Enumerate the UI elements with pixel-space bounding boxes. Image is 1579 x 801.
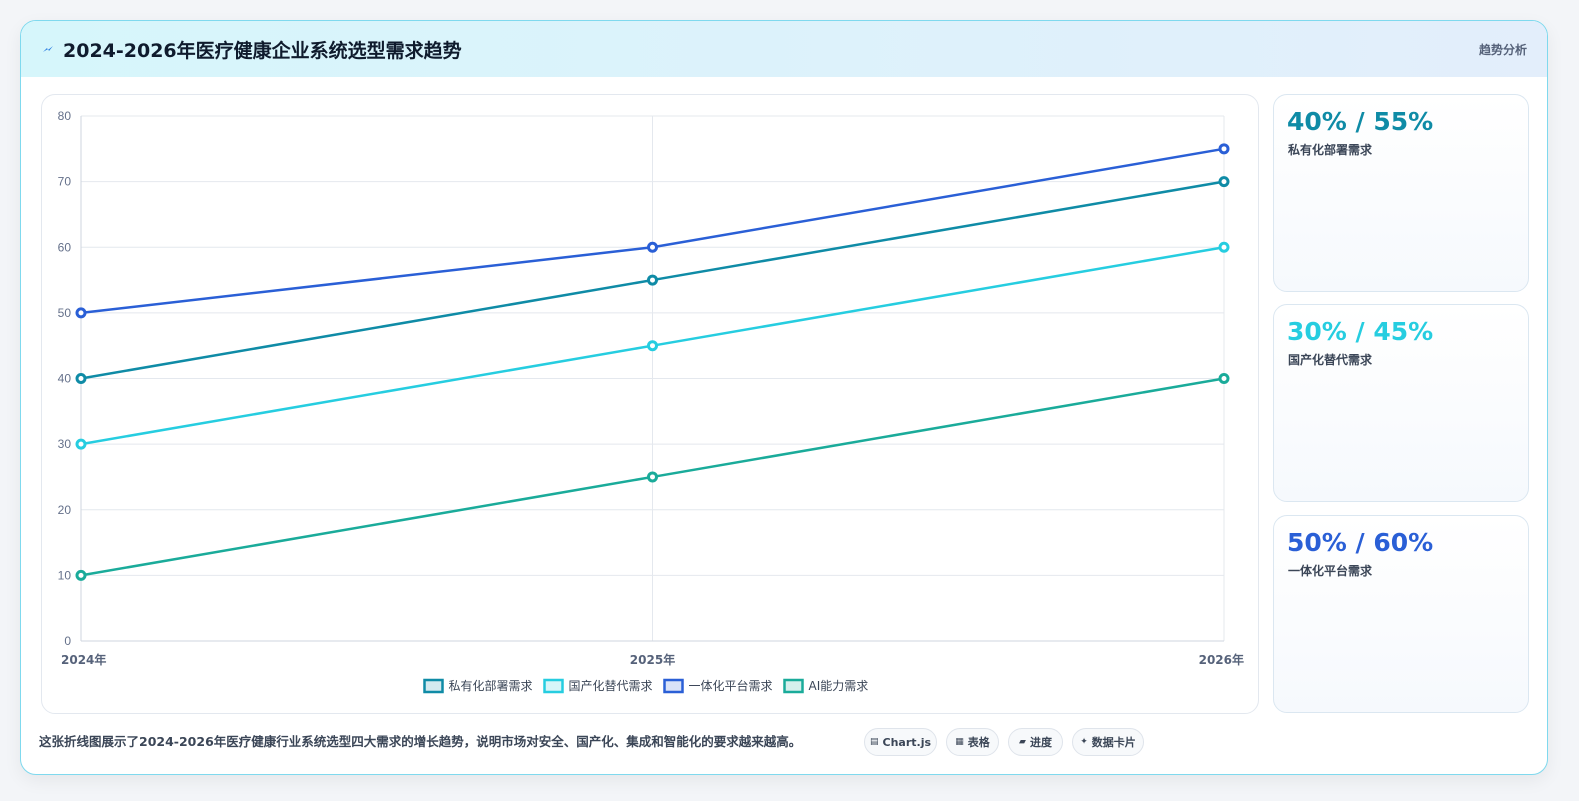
stat-label: 国产化替代需求 bbox=[1288, 353, 1373, 367]
tag-data-card[interactable]: ✦ 数据卡片 bbox=[1072, 728, 1144, 756]
tag-label: Chart.js bbox=[882, 735, 932, 749]
legend-swatch bbox=[663, 678, 684, 694]
stat-value: 50% / 60% bbox=[1287, 528, 1434, 557]
data-point bbox=[647, 241, 658, 253]
x-tick-label: 2024年 bbox=[61, 652, 106, 667]
data-point bbox=[647, 340, 658, 352]
tag-label: 表格 bbox=[967, 736, 990, 749]
stat-card-integrated-platform: 50% / 60% 一体化平台需求 bbox=[1273, 515, 1529, 713]
data-point bbox=[647, 274, 658, 286]
stat-card-private-deploy: 40% / 55% 私有化部署需求 bbox=[1273, 94, 1529, 292]
y-tick-label: 50 bbox=[58, 306, 72, 320]
data-point bbox=[75, 569, 87, 581]
chart-icon: ▤ bbox=[869, 737, 879, 747]
y-tick-label: 0 bbox=[64, 634, 71, 648]
stat-card-domestic-replace: 30% / 45% 国产化替代需求 bbox=[1273, 304, 1529, 502]
tag-progress[interactable]: ▰ 进度 bbox=[1008, 728, 1063, 756]
legend-label: 一体化平台需求 bbox=[689, 678, 773, 693]
chart-description: 这张折线图展示了2024-2026年医疗健康行业系统选型四大需求的增长趋势，说明… bbox=[39, 734, 802, 749]
data-point bbox=[1218, 143, 1230, 155]
data-point bbox=[647, 471, 658, 483]
chart-panel: 0 10 20 30 40 50 60 70 80 2024年 2025年 2026年私有化部署需求 国… bbox=[41, 94, 1259, 714]
page-title: 2024-2026年医疗健康企业系统选型需求趋势 bbox=[63, 39, 462, 62]
legend-label: 私有化部署需求 bbox=[449, 678, 533, 693]
line-chart: 0 10 20 30 40 50 60 70 80 2024年 2025年 2026年私有化部署需求 国… bbox=[58, 109, 1244, 694]
data-point bbox=[75, 438, 87, 450]
data-point bbox=[1218, 373, 1230, 384]
tag-table[interactable]: ▦ 表格 bbox=[946, 728, 999, 756]
legend-swatch bbox=[423, 678, 444, 694]
legend-label: 国产化替代需求 bbox=[569, 679, 653, 693]
y-tick-label: 80 bbox=[58, 109, 72, 123]
stat-label: 私有化部署需求 bbox=[1288, 143, 1373, 157]
table-icon: ▦ bbox=[955, 737, 964, 747]
data-point bbox=[1218, 176, 1230, 188]
y-tick-label: 20 bbox=[58, 503, 72, 517]
x-tick-label: 2026年 bbox=[1199, 652, 1244, 667]
lightning-icon bbox=[41, 42, 55, 56]
x-tick-label: 2025年 bbox=[630, 652, 675, 667]
y-tick-label: 70 bbox=[58, 175, 72, 189]
main-card: 2024-2026年医疗健康企业系统选型需求趋势 趋势分析 0 10 20 30 40 5… bbox=[20, 20, 1548, 775]
progress-icon: ▰ bbox=[1019, 737, 1026, 747]
y-tick-label: 30 bbox=[58, 437, 72, 451]
tag-label: 数据卡片 bbox=[1091, 736, 1136, 749]
stat-value: 30% / 45% bbox=[1287, 317, 1434, 346]
header: 2024-2026年医疗健康企业系统选型需求趋势 趋势分析 bbox=[21, 21, 1547, 77]
card-icon: ✦ bbox=[1080, 737, 1088, 747]
stat-value: 40% / 55% bbox=[1287, 107, 1434, 136]
stat-label: 一体化平台需求 bbox=[1288, 564, 1373, 578]
data-point bbox=[1218, 241, 1230, 253]
y-tick-label: 40 bbox=[58, 372, 72, 386]
legend-swatch bbox=[543, 678, 564, 694]
y-tick-label: 60 bbox=[58, 240, 72, 254]
y-tick-label: 10 bbox=[58, 568, 72, 582]
legend-swatch bbox=[783, 678, 804, 694]
trend-analysis-label: 趋势分析 bbox=[1478, 43, 1527, 57]
tag-label: 进度 bbox=[1029, 736, 1052, 749]
data-point bbox=[75, 307, 87, 319]
data-point bbox=[75, 373, 87, 384]
tag-chartjs[interactable]: ▤ Chart.js bbox=[864, 728, 937, 756]
legend-label: AI能力需求 bbox=[809, 679, 869, 693]
